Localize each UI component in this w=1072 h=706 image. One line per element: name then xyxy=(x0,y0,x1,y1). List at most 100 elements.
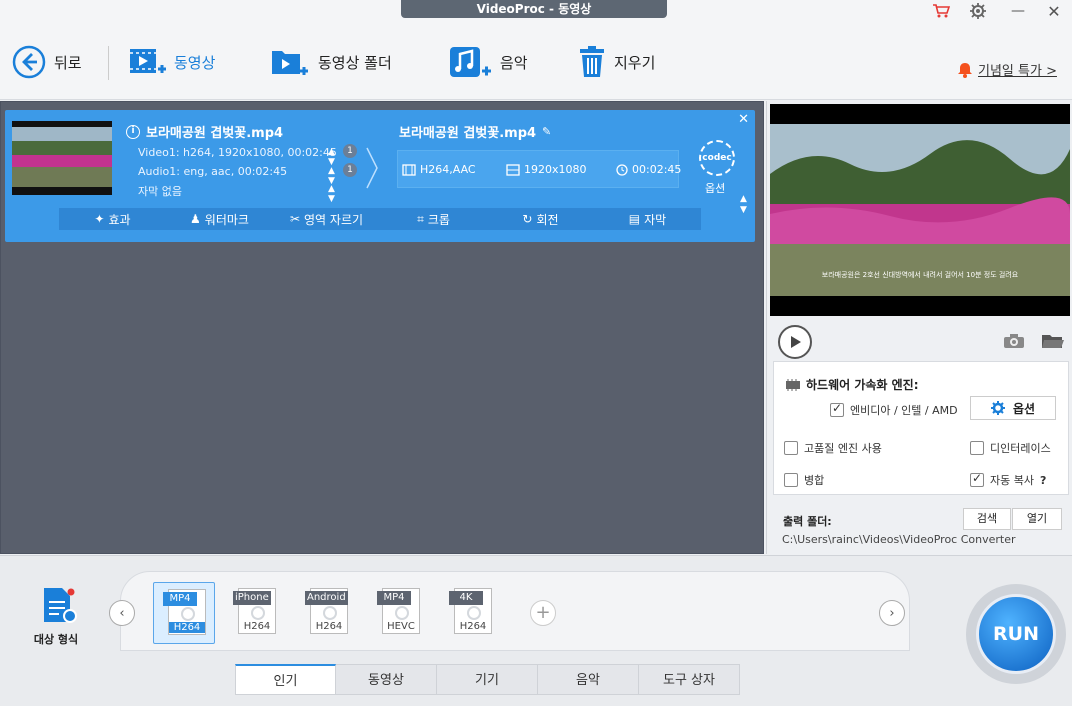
deinterlace-label: 디인터레이스 xyxy=(990,442,1051,455)
format-tabs: 인기 동영상 기기 음악 도구 상자 xyxy=(235,664,740,695)
run-button[interactable]: RUN xyxy=(976,594,1056,674)
output-path: C:\Users\rainc\Videos\VideoProc Converte… xyxy=(782,533,1016,546)
codec-options-label[interactable]: 옵션 xyxy=(705,180,725,196)
output-duration-text: 00:02:45 xyxy=(632,163,682,176)
reorder-arrows[interactable]: ▲ ▼ xyxy=(740,194,747,216)
crop-button[interactable]: ⌗ 크롭 xyxy=(380,211,487,228)
preset-doc-icon: Android H264 xyxy=(305,588,348,634)
add-video-folder-button[interactable]: 동영상 폴더 xyxy=(270,44,392,80)
hardware-accel-box: 하드웨어 가속화 엔진: 엔비디아 / 인텔 / AMD 옵션 고품질 엔진 사… xyxy=(773,361,1069,495)
close-window-icon[interactable]: ✕ xyxy=(1044,2,1064,21)
run-button-ring: RUN xyxy=(966,584,1066,684)
target-format[interactable]: 대상 형식 xyxy=(28,586,84,647)
video-track-info: Video1: h264, 1920x1080, 00:02:45 xyxy=(138,146,337,159)
back-arrow-icon xyxy=(12,45,46,79)
window-title: VideoProc - 동영상 xyxy=(401,0,667,18)
audio-track-stepper[interactable]: ▲ ▼ xyxy=(328,166,335,186)
deinterlace-checkbox[interactable] xyxy=(970,441,984,455)
output-codec: H264,AAC xyxy=(402,163,476,176)
autocopy-checkbox[interactable] xyxy=(970,471,984,487)
film-icon xyxy=(402,163,416,176)
snapshot-camera-icon[interactable] xyxy=(1003,333,1025,352)
add-video-button[interactable]: 동영상 xyxy=(128,44,215,80)
scissors-icon: ✂ xyxy=(289,212,301,226)
bottom-area: 대상 형식 ‹ › MP4 H264 iPhone H264 Android H… xyxy=(0,555,1072,706)
cut-button[interactable]: ✂ 영역 자르기 xyxy=(273,211,380,228)
video-preview: 보라매공원은 2호선 신대방역에서 내려서 걸어서 10분 정도 걸려요 xyxy=(770,104,1070,316)
watermark-button[interactable]: ♟ 워터마크 xyxy=(166,211,273,228)
video-track-stepper[interactable]: ▲ ▼ xyxy=(328,147,335,167)
autocopy-help-icon[interactable]: ? xyxy=(1040,474,1046,487)
tab-popular[interactable]: 인기 xyxy=(235,664,336,695)
clear-label: 지우기 xyxy=(614,53,656,72)
cut-label: 영역 자르기 xyxy=(304,212,364,227)
preset-4k-h264[interactable]: 4K H264 xyxy=(440,582,502,644)
add-preset-plus-icon[interactable]: + xyxy=(530,600,556,626)
add-music-button[interactable]: 음악 xyxy=(448,44,528,80)
tab-video[interactable]: 동영상 xyxy=(336,664,437,695)
deinterlace-row[interactable]: 디인터레이스 xyxy=(970,440,1051,456)
hq-engine-checkbox[interactable] xyxy=(784,441,798,455)
tab-music[interactable]: 음악 xyxy=(538,664,639,695)
preset-doc-icon: 4K H264 xyxy=(449,588,492,634)
chip-icon xyxy=(786,378,800,391)
hw-vendor-checkbox[interactable] xyxy=(830,401,844,417)
remove-file-close-icon[interactable]: ✕ xyxy=(738,112,749,127)
gear-icon xyxy=(990,401,1005,415)
merge-row[interactable]: 병합 xyxy=(784,472,824,488)
rotate-button[interactable]: ↻ 회전 xyxy=(487,211,594,228)
hw-vendor-checkbox-row[interactable]: 엔비디아 / 인텔 / AMD xyxy=(830,401,958,418)
play-button[interactable] xyxy=(778,325,812,359)
preview-panel: 보라매공원은 2호선 신대방역에서 내려서 걸어서 10분 정도 걸려요 하드웨… xyxy=(766,101,1072,554)
target-format-icon xyxy=(44,588,77,623)
effect-button[interactable]: ✦ 효과 xyxy=(59,211,166,228)
preset-tag: MP4 xyxy=(163,592,197,606)
tab-device[interactable]: 기기 xyxy=(437,664,538,695)
play-icon xyxy=(791,336,801,348)
output-folder-label: 출력 폴더: xyxy=(783,515,832,528)
codec-options-icon[interactable]: codec xyxy=(699,140,735,176)
preset-android-h264[interactable]: Android H264 xyxy=(296,582,358,644)
autocopy-row[interactable]: 자동 복사 ? xyxy=(970,471,1046,488)
clear-button[interactable]: 지우기 xyxy=(578,44,655,80)
preset-mp4-h264[interactable]: MP4 H264 xyxy=(153,582,215,644)
chevron-right-icon xyxy=(366,147,378,189)
open-button[interactable]: 열기 xyxy=(1012,508,1062,530)
preset-sub: H264 xyxy=(315,621,343,632)
output-resolution: 1920x1080 xyxy=(506,163,587,176)
cart-icon[interactable] xyxy=(930,2,952,20)
hw-options-button[interactable]: 옵션 xyxy=(970,396,1056,420)
info-icon[interactable]: i xyxy=(126,124,140,139)
subtitle-label: 자막 xyxy=(644,212,667,227)
back-button[interactable]: 뒤로 xyxy=(12,44,82,80)
video-label: 동영상 xyxy=(174,53,216,72)
preset-mp4-hevc[interactable]: MP4 HEVC xyxy=(368,582,430,644)
resolution-icon xyxy=(506,163,520,176)
subtitle-track-stepper[interactable]: ▲ ▼ xyxy=(328,184,335,204)
preset-iphone-h264[interactable]: iPhone H264 xyxy=(224,582,286,644)
merge-checkbox[interactable] xyxy=(784,473,798,487)
open-folder-icon[interactable] xyxy=(1041,333,1065,352)
promo-label: 기념일 특가 > xyxy=(978,64,1057,79)
watermark-label: 워터마크 xyxy=(204,212,249,227)
subtitle-button[interactable]: ▤ 자막 xyxy=(594,211,701,228)
next-preset-button[interactable]: › xyxy=(879,600,905,626)
file-card[interactable]: i 보라매공원 겹벚꽃.mp4 Video1: h264, 1920x1080,… xyxy=(5,110,755,242)
subtitle-icon: ▤ xyxy=(628,212,641,226)
output-info-box: H264,AAC 1920x1080 00:02:45 xyxy=(397,150,682,188)
hq-engine-row[interactable]: 고품질 엔진 사용 xyxy=(784,440,882,456)
tab-toolbox[interactable]: 도구 상자 xyxy=(639,664,740,695)
crop-label: 크롭 xyxy=(427,212,450,227)
promo-link[interactable]: 기념일 특가 > xyxy=(958,60,1057,79)
edit-pencil-icon[interactable]: ✎ xyxy=(542,125,551,138)
output-codec-text: H264,AAC xyxy=(420,163,476,176)
minimize-icon[interactable]: — xyxy=(1008,2,1028,20)
video-track-count: 1 xyxy=(343,144,357,158)
film-reel-icon xyxy=(323,606,337,620)
output-file-name-row: 보라매공원 겹벚꽃.mp4 ✎ xyxy=(399,122,551,141)
browse-button[interactable]: 검색 xyxy=(963,508,1011,530)
settings-gear-icon[interactable] xyxy=(966,2,990,20)
preview-caption: 보라매공원은 2호선 신대방역에서 내려서 걸어서 10분 정도 걸려요 xyxy=(821,271,1019,279)
stamp-icon: ♟ xyxy=(190,212,201,226)
prev-preset-button[interactable]: ‹ xyxy=(109,600,135,626)
